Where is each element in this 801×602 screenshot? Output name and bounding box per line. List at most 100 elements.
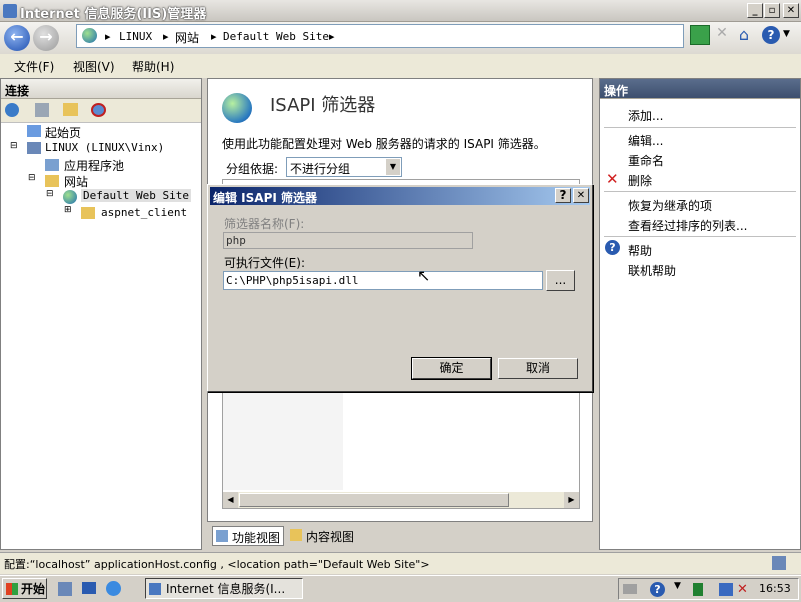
minimize-button[interactable]: _ <box>747 3 763 18</box>
action-help[interactable]: 帮助 <box>628 242 652 259</box>
stop-icon[interactable]: ✕ <box>712 25 732 45</box>
back-icon[interactable]: ← <box>4 25 30 51</box>
home-icon[interactable]: ⌂ <box>734 25 754 45</box>
tab-features-view[interactable]: 功能视图 <box>212 526 284 546</box>
globe-icon <box>82 28 97 43</box>
collapse-icon[interactable]: ⊟ <box>28 173 36 183</box>
clock: 16:53 <box>759 582 791 595</box>
tab-content-view[interactable]: 内容视图 <box>288 526 362 546</box>
action-edit[interactable]: 编辑... <box>628 132 663 149</box>
menu-help[interactable]: 帮助(H) <box>132 58 174 75</box>
taskbar: 开始 Internet 信息服务(I... ? ▼ ✕ 16:53 <box>0 575 801 602</box>
breadcrumb-sep-icon: ▸ <box>211 30 217 43</box>
help-icon[interactable]: ? <box>762 26 780 44</box>
menu-bar: 文件(F) 视图(V) 帮助(H) <box>0 54 801 78</box>
edit-isapi-filter-dialog: 编辑 ISAPI 筛选器 ? ✕ 筛选器名称(F): php 可执行文件(E):… <box>207 184 593 392</box>
actions-header: 操作 <box>600 79 800 99</box>
dialog-help-button[interactable]: ? <box>555 188 571 203</box>
horizontal-scrollbar[interactable]: ◀ ▶ <box>223 492 579 508</box>
isapi-globe-icon <box>222 93 252 123</box>
globe-icon <box>63 190 77 204</box>
start-button[interactable]: 开始 <box>2 578 47 599</box>
dialog-title: 编辑 ISAPI 筛选器 <box>213 191 318 205</box>
folder-icon <box>81 207 95 219</box>
executable-label: 可执行文件(E): <box>224 256 305 270</box>
browse-button[interactable]: ... <box>546 270 575 291</box>
start-page-icon <box>27 125 41 137</box>
breadcrumb-default-web-site[interactable]: Default Web Site <box>223 30 329 43</box>
folder-up-icon[interactable] <box>63 103 78 116</box>
tree-item-sites[interactable]: 网站 <box>64 173 88 190</box>
executable-input[interactable]: C:\PHP\php5isapi.dll <box>223 271 543 290</box>
breadcrumb-sites[interactable]: 网站 <box>175 29 199 46</box>
keyboard-icon[interactable] <box>623 584 637 594</box>
tray-green-icon[interactable] <box>693 583 703 596</box>
close-button[interactable]: ✕ <box>783 3 799 18</box>
tree-item-aspnet-client[interactable]: aspnet_client <box>101 206 187 219</box>
connections-pane: 连接 起始页 ⊟ LINUX (LINUX\Vinx) 应用程序池 ⊟ 网站 ⊟… <box>0 78 202 550</box>
address-bar[interactable]: ▸ LINUX ▸ 网站 ▸ Default Web Site ▸ <box>76 24 684 48</box>
refresh-icon[interactable] <box>690 25 710 45</box>
collapse-icon[interactable]: ⊟ <box>10 141 18 151</box>
network-icon[interactable] <box>719 583 733 596</box>
page-title: ISAPI 筛选器 <box>270 95 376 116</box>
window-title: Internet 信息服务(IIS)管理器 <box>20 7 207 22</box>
window-title-bar: Internet 信息服务(IIS)管理器 _ ▫ ✕ <box>0 0 801 22</box>
scroll-thumb[interactable] <box>239 493 509 507</box>
expand-icon[interactable]: ⊞ <box>64 205 72 215</box>
list-empty-area <box>223 390 343 490</box>
action-delete[interactable]: 删除 <box>628 172 652 189</box>
sites-icon <box>45 175 59 187</box>
help-icon[interactable]: ? <box>650 582 665 597</box>
network-status-icon <box>772 556 786 570</box>
tree-item-start-page[interactable]: 起始页 <box>45 124 81 141</box>
action-add[interactable]: 添加... <box>628 107 663 124</box>
server-icon <box>27 142 41 154</box>
group-by-label: 分组依据: <box>226 162 279 176</box>
quicklaunch-server-icon[interactable] <box>58 582 72 596</box>
forward-icon[interactable]: → <box>33 25 59 51</box>
page-description: 使用此功能配置处理对 Web 服务器的请求的 ISAPI 筛选器。 <box>222 137 546 151</box>
breadcrumb-linux[interactable]: LINUX <box>119 30 152 43</box>
action-revert[interactable]: 恢复为继承的项 <box>628 197 712 214</box>
cancel-button[interactable]: 取消 <box>498 358 578 379</box>
tree-item-linux[interactable]: LINUX (LINUX\Vinx) <box>45 141 164 154</box>
content-view-icon <box>290 529 302 541</box>
ok-button[interactable]: 确定 <box>411 357 492 380</box>
scroll-right-button[interactable]: ▶ <box>564 492 579 508</box>
dialog-close-button[interactable]: ✕ <box>573 188 589 203</box>
breadcrumb-sep-icon: ▸ <box>163 30 169 43</box>
taskbar-iis-task[interactable]: Internet 信息服务(I... <box>145 578 303 599</box>
chevron-down-icon: ▼ <box>386 159 400 175</box>
quicklaunch-desktop-icon[interactable] <box>82 582 96 594</box>
actions-pane: 操作 添加... 编辑... 重命名 ✕ 删除 恢复为继承的项 查看经过排序的列… <box>599 78 801 550</box>
volume-muted-icon[interactable]: ✕ <box>737 582 748 597</box>
collapse-icon[interactable]: ⊟ <box>46 189 54 199</box>
quicklaunch-ie-icon[interactable] <box>106 581 121 596</box>
connections-header: 连接 <box>1 79 201 99</box>
chevron-down-icon[interactable]: ▼ <box>674 581 681 591</box>
save-icon[interactable] <box>35 103 49 117</box>
maximize-button[interactable]: ▫ <box>764 3 780 18</box>
dialog-title-bar: 编辑 ISAPI 筛选器 ? ✕ <box>210 187 590 205</box>
connect-icon[interactable] <box>5 103 19 117</box>
action-view-ordered[interactable]: 查看经过排序的列表... <box>628 217 747 234</box>
tree-item-app-pools[interactable]: 应用程序池 <box>64 157 124 174</box>
menu-file[interactable]: 文件(F) <box>14 58 54 75</box>
disconnect-icon[interactable] <box>91 103 106 117</box>
iis-app-icon <box>149 583 161 595</box>
windows-logo-icon <box>6 583 18 595</box>
action-rename[interactable]: 重命名 <box>628 152 664 169</box>
action-online-help[interactable]: 联机帮助 <box>628 262 676 279</box>
app-pool-icon <box>45 159 59 171</box>
delete-icon: ✕ <box>606 170 619 188</box>
mouse-cursor-icon: ↖ <box>417 266 431 285</box>
chevron-down-icon[interactable]: ▼ <box>783 29 790 39</box>
tree-item-default-web-site[interactable]: Default Web Site <box>81 189 191 202</box>
group-by-select[interactable]: 不进行分组 ▼ <box>286 157 402 177</box>
features-view-icon <box>216 530 228 542</box>
scroll-left-button[interactable]: ◀ <box>223 492 238 508</box>
menu-view[interactable]: 视图(V) <box>73 58 115 75</box>
breadcrumb-sep-icon: ▸ <box>329 30 335 43</box>
navigation-bar: ← → ▸ LINUX ▸ 网站 ▸ Default Web Site ▸ ✕ … <box>0 22 801 54</box>
